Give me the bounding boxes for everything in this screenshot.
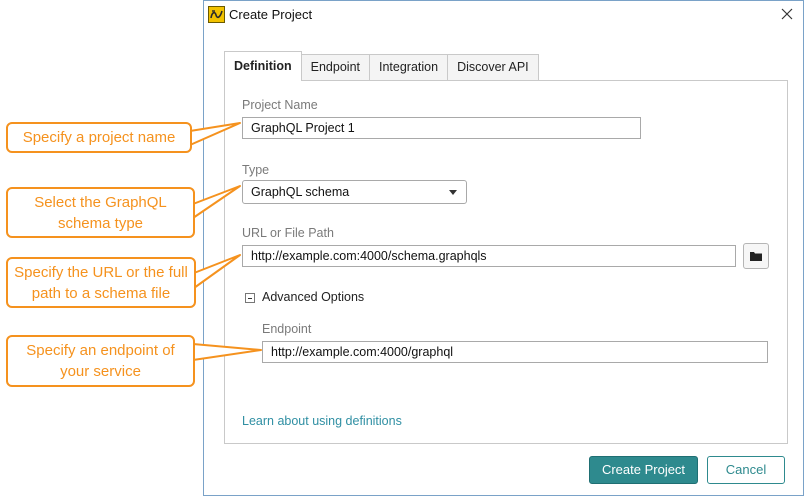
chevron-down-icon <box>449 190 457 195</box>
tab-endpoint[interactable]: Endpoint <box>300 54 370 81</box>
collapse-minus-icon[interactable] <box>245 293 255 303</box>
project-name-input[interactable]: GraphQL Project 1 <box>242 117 641 139</box>
url-input[interactable]: http://example.com:4000/schema.graphqls <box>242 245 736 267</box>
tab-integration[interactable]: Integration <box>369 54 449 81</box>
endpoint-label: Endpoint <box>262 322 312 336</box>
type-select-value: GraphQL schema <box>251 185 350 199</box>
learn-definitions-link[interactable]: Learn about using definitions <box>242 414 402 428</box>
tab-definition[interactable]: Definition <box>224 51 302 81</box>
callout-url: Specify the URL or the full path to a sc… <box>6 257 196 308</box>
callout-endpoint: Specify an endpoint of your service <box>6 335 195 387</box>
tab-discover-api[interactable]: Discover API <box>447 54 539 81</box>
title-bar[interactable]: Create Project <box>204 1 803 29</box>
close-icon[interactable] <box>779 6 795 22</box>
browse-button[interactable] <box>743 243 769 269</box>
tab-bar: Definition Endpoint Integration Discover… <box>224 51 539 81</box>
definition-panel: Project Name GraphQL Project 1 Type Grap… <box>224 80 788 444</box>
dialog-title: Create Project <box>229 7 313 22</box>
type-select[interactable]: GraphQL schema <box>242 180 467 204</box>
create-project-button[interactable]: Create Project <box>589 456 698 484</box>
readyapi-logo-icon <box>208 6 225 23</box>
advanced-options-label[interactable]: Advanced Options <box>262 290 364 304</box>
endpoint-input[interactable]: http://example.com:4000/graphql <box>262 341 768 363</box>
folder-icon <box>750 252 762 261</box>
project-name-label: Project Name <box>242 98 318 112</box>
type-label: Type <box>242 163 270 177</box>
cancel-button[interactable]: Cancel <box>707 456 785 484</box>
create-project-dialog: Create Project Definition Endpoint Integ… <box>203 0 804 496</box>
callout-project-name: Specify a project name <box>6 122 192 153</box>
url-label: URL or File Path <box>242 226 334 240</box>
callout-type: Select the GraphQL schema type <box>6 187 195 238</box>
